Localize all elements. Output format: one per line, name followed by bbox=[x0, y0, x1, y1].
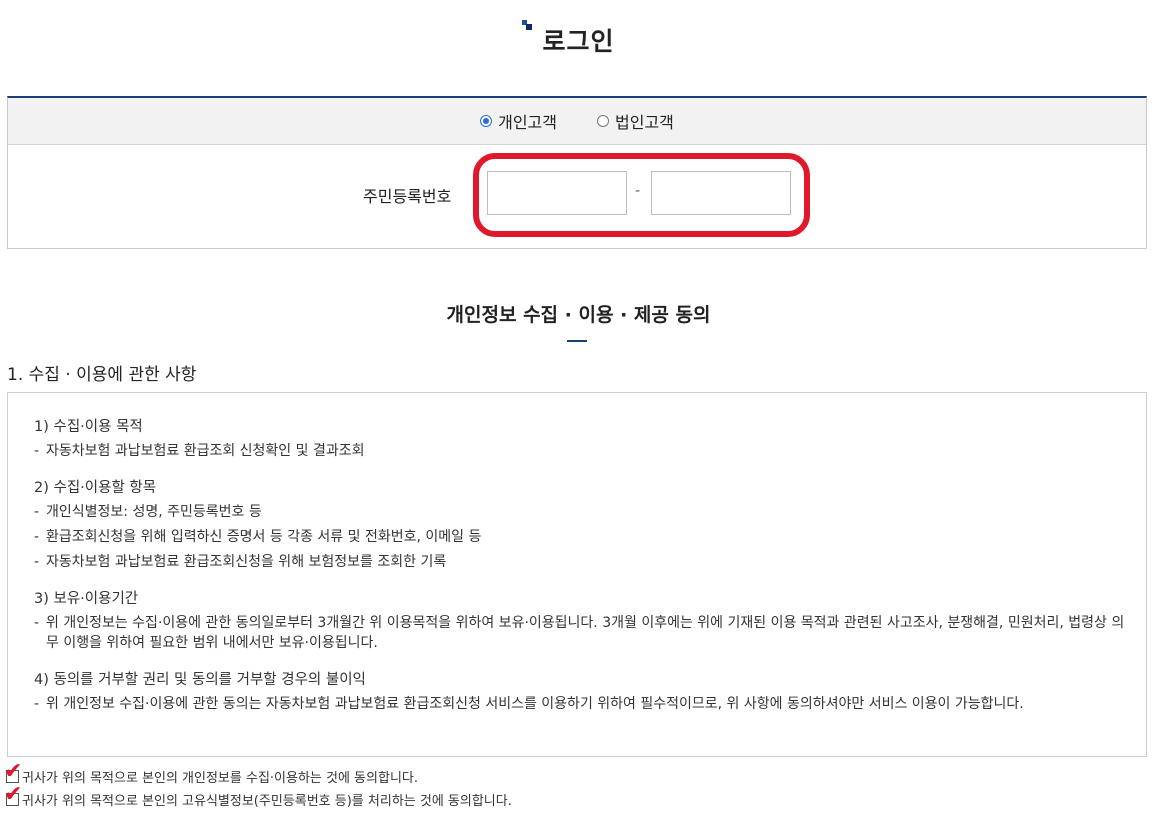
section-title: 1. 수집 · 이용에 관한 사항 bbox=[7, 365, 197, 385]
page-header: 로그인 bbox=[0, 20, 1157, 58]
consent-title: 개인정보 수집 · 이용 · 제공 동의 bbox=[446, 304, 711, 326]
rrn-first-input[interactable] bbox=[487, 171, 627, 215]
term-item: -위 개인정보 수집·이용에 관한 동의는 자동차보험 과납보험료 환급조회신청… bbox=[34, 696, 1024, 712]
checkbox[interactable]: ✔ bbox=[4, 784, 22, 806]
term-group-retention: 3) 보유·이용기간 -위 개인정보는 수집·이용에 관한 동의일로부터 3개월… bbox=[34, 589, 1146, 653]
consent-check-label: 귀사가 위의 목적으로 본인의 고유식별정보(주민등록번호 등)를 처리하는 것… bbox=[22, 794, 512, 809]
consent-check-unique-id[interactable]: ✔ 귀사가 위의 목적으로 본인의 고유식별정보(주민등록번호 등)를 처리하는… bbox=[4, 784, 512, 810]
rrn-label: 주민등록번호 bbox=[363, 187, 452, 206]
term-heading: 3) 보유·이용기간 bbox=[34, 591, 139, 607]
term-item: - 개인식별정보: 성명, 주민등록번호 등 bbox=[34, 504, 262, 520]
title-mark-icon bbox=[522, 20, 534, 32]
term-group-items: 2) 수집·이용할 항목 - 개인식별정보: 성명, 주민등록번호 등 - 환급조회… bbox=[34, 478, 1146, 572]
consent-check-personal-info[interactable]: ✔ 귀사가 위의 목적으로 본인의 개인정보를 수집·이용하는 것에 동의합니다… bbox=[4, 761, 418, 787]
page-title-text: 로그인 bbox=[542, 27, 615, 56]
check-mark-icon: ✔ bbox=[4, 759, 23, 784]
radio-label-corporate: 법인고객 bbox=[615, 113, 674, 132]
radio-label-individual: 개인고객 bbox=[498, 113, 557, 132]
term-item: - 환급조회신청을 위해 입력하신 증명서 등 각종 서류 및 전화번호, 이메일… bbox=[34, 529, 482, 545]
rrn-separator: - bbox=[635, 183, 641, 199]
login-form: 개인고객 법인고객 주민등록번호 - bbox=[7, 96, 1147, 249]
radio-unchecked-icon[interactable] bbox=[597, 115, 609, 127]
rrn-row: 주민등록번호 - bbox=[8, 145, 1146, 249]
rrn-second-input[interactable] bbox=[651, 171, 791, 215]
consent-title-underline bbox=[567, 340, 587, 342]
terms-box: 1) 수집·이용 목적 - 자동차보험 과납보험료 환급조회 신청확인 및 결과조… bbox=[7, 392, 1147, 757]
term-item: -위 개인정보는 수집·이용에 관한 동의일로부터 3개월간 위 이용목적을 위… bbox=[34, 615, 1125, 651]
customer-type-selector: 개인고객 법인고객 bbox=[8, 98, 1146, 145]
term-heading: 1) 수집·이용 목적 bbox=[34, 419, 143, 435]
consent-check-label: 귀사가 위의 목적으로 본인의 개인정보를 수집·이용하는 것에 동의합니다. bbox=[22, 771, 418, 786]
term-heading: 4) 동의를 거부할 권리 및 동의를 거부할 경우의 불이익 bbox=[34, 672, 366, 688]
term-item: - 자동차보험 과납보험료 환급조회 신청확인 및 결과조회 bbox=[34, 443, 365, 459]
term-item: - 자동차보험 과납보험료 환급조회신청을 위해 보험정보를 조회한 기록 bbox=[34, 554, 447, 570]
term-group-refusal: 4) 동의를 거부할 권리 및 동의를 거부할 경우의 불이익 -위 개인정보 … bbox=[34, 670, 1146, 714]
radio-individual-customer[interactable]: 개인고객 bbox=[480, 109, 557, 133]
page-title: 로그인 bbox=[522, 20, 615, 58]
radio-corporate-customer[interactable]: 법인고객 bbox=[597, 109, 674, 133]
check-mark-icon: ✔ bbox=[4, 782, 23, 807]
term-heading: 2) 수집·이용할 항목 bbox=[34, 480, 157, 496]
radio-checked-icon[interactable] bbox=[480, 115, 493, 127]
term-group-purpose: 1) 수집·이용 목적 - 자동차보험 과납보험료 환급조회 신청확인 및 결과조… bbox=[34, 417, 1146, 461]
